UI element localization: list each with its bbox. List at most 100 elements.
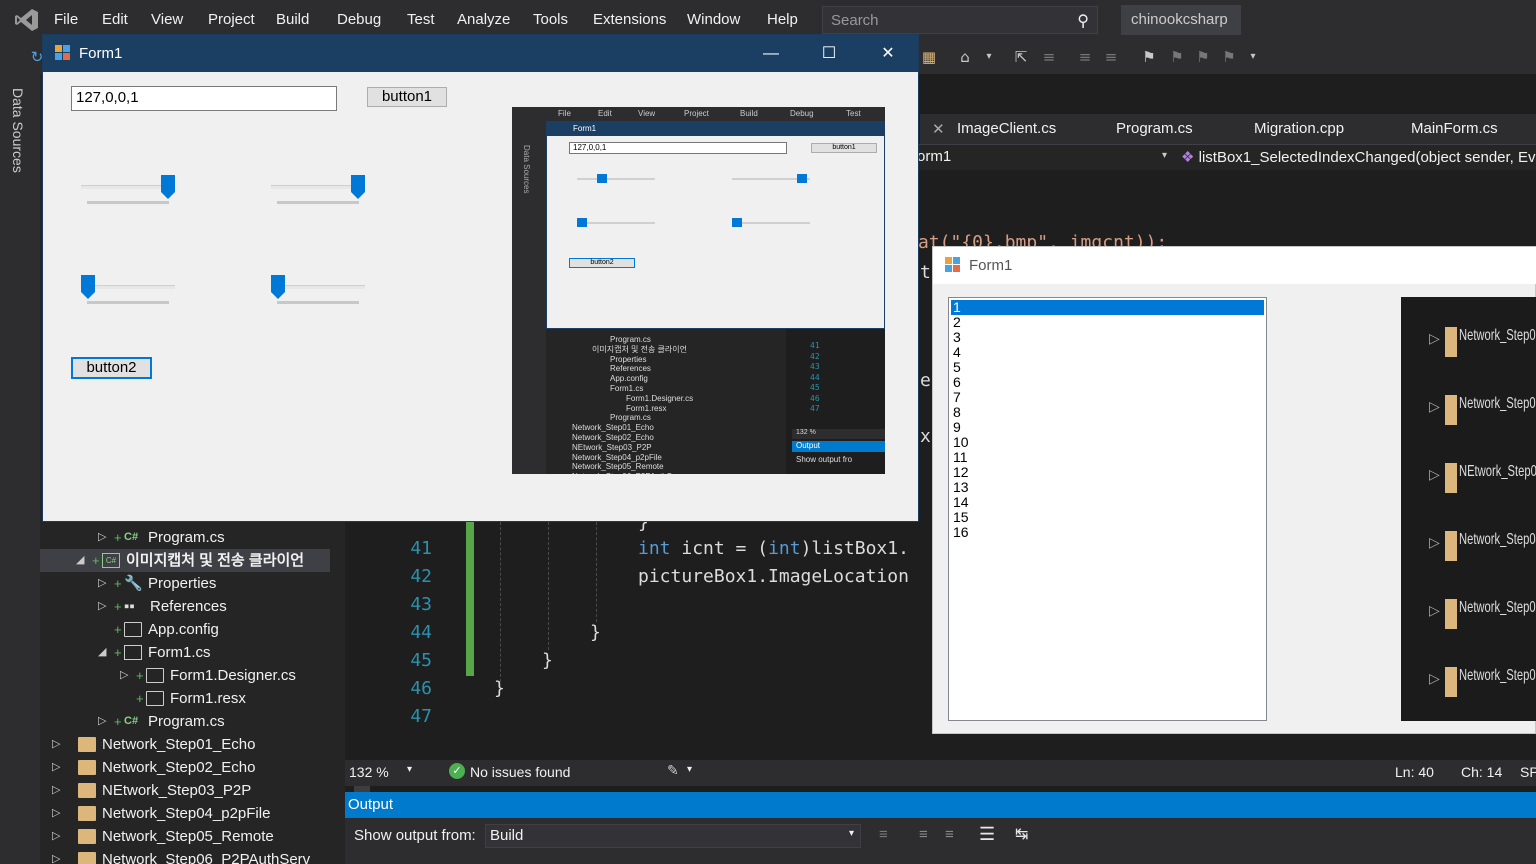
tree-item[interactable]: ◢ + Form1.cs	[40, 641, 330, 664]
tree-item[interactable]: + App.config	[40, 618, 330, 641]
tree-item[interactable]: ▷ Network_Step06_P2PAuthServ	[40, 848, 330, 864]
expand-toggle-icon[interactable]: ▷	[52, 825, 60, 848]
word-wrap-icon[interactable]: ↹	[1015, 824, 1028, 844]
next-bookmark-icon[interactable]: ⚑	[1194, 48, 1212, 66]
goto-prev-icon[interactable]: ≡	[879, 826, 888, 843]
prev-bookmark-icon[interactable]: ⚑	[1168, 48, 1186, 66]
list-item[interactable]: 12	[951, 465, 1264, 480]
menu-help[interactable]: Help	[767, 11, 798, 28]
search-input[interactable]: Search ⚲	[822, 6, 1098, 34]
output-source-select[interactable]: Build ▾	[485, 824, 861, 848]
menu-edit[interactable]: Edit	[102, 11, 128, 28]
uncomment-icon[interactable]: ≡	[1102, 48, 1120, 66]
list-item[interactable]: 7	[951, 390, 1264, 405]
image-listbox[interactable]: 1 2 3 4 5 6 7 8 9 10 11 12 13 14 15 16	[948, 297, 1267, 721]
tree-item[interactable]: ◢ + C# 이미지캡처 및 전송 클라이언	[40, 549, 330, 572]
brush-chevron-icon[interactable]: ▾	[687, 764, 692, 775]
trackbar[interactable]	[271, 275, 371, 311]
tree-item[interactable]: ▷ Network_Step01_Echo	[40, 733, 330, 756]
menu-view[interactable]: View	[151, 11, 183, 28]
list-item[interactable]: 3	[951, 330, 1264, 345]
class-dropdown[interactable]: orm1 ▾	[917, 148, 1173, 170]
dropdown-icon[interactable]: ▾	[980, 48, 998, 66]
tree-item[interactable]: ▷ + C# Program.cs	[40, 526, 330, 549]
step-icon[interactable]: ⇱	[1012, 48, 1030, 66]
expand-toggle-icon[interactable]: ▷	[98, 572, 106, 595]
menu-file[interactable]: File	[54, 11, 78, 28]
menu-analyze[interactable]: Analyze	[457, 11, 510, 28]
tab-migration[interactable]: Migration.cpp	[1254, 120, 1344, 137]
tree-item[interactable]: ▷ + C# Program.cs	[40, 710, 330, 733]
tree-item[interactable]: ▷ + Form1.Designer.cs	[40, 664, 330, 687]
clear-bookmark-icon[interactable]: ⚑	[1220, 48, 1238, 66]
tree-item[interactable]: ▷ Network_Step05_Remote	[40, 825, 330, 848]
expand-toggle-icon[interactable]: ▷	[52, 756, 60, 779]
expand-toggle-icon[interactable]: ▷	[52, 848, 60, 864]
expand-toggle-icon[interactable]: ▷	[98, 595, 106, 618]
close-button[interactable]: ✕	[859, 35, 917, 72]
open-folder-icon[interactable]: ▦	[920, 48, 938, 66]
list-item[interactable]: 1	[951, 300, 1264, 315]
maximize-button[interactable]: ☐	[800, 35, 858, 72]
list-item[interactable]: 8	[951, 405, 1264, 420]
expand-toggle-icon[interactable]: ▷	[120, 664, 128, 687]
menu-extensions[interactable]: Extensions	[593, 11, 666, 28]
tree-item[interactable]: ▷ Network_Step02_Echo	[40, 756, 330, 779]
profile-button[interactable]: chinookcsharp	[1121, 5, 1241, 35]
tree-item[interactable]: ▷ + 🔧 Properties	[40, 572, 330, 595]
list-item[interactable]: 11	[951, 450, 1264, 465]
trackbar-thumb[interactable]	[81, 275, 95, 299]
menu-test[interactable]: Test	[407, 11, 435, 28]
home-icon[interactable]: ⌂	[956, 48, 974, 66]
form2-titlebar[interactable]: Form1	[933, 247, 1536, 284]
tree-item[interactable]: ▷ + ▪▪ References	[40, 595, 330, 618]
expand-toggle-icon[interactable]: ▷	[52, 733, 60, 756]
tab-close-icon[interactable]: ✕	[932, 120, 945, 138]
tree-item[interactable]: ▷ NEtwork_Step03_P2P	[40, 779, 330, 802]
list-item[interactable]: 15	[951, 510, 1264, 525]
clear-all-icon[interactable]: ☰	[979, 824, 995, 845]
menu-tools[interactable]: Tools	[533, 11, 568, 28]
indent-icon[interactable]: ≡	[1040, 48, 1058, 66]
form1-titlebar[interactable]: Form1 — ☐ ✕	[43, 35, 918, 72]
minimize-button[interactable]: —	[742, 35, 800, 72]
list-item[interactable]: 16	[951, 525, 1264, 540]
data-sources-tab[interactable]: Data Sources	[10, 88, 26, 173]
trackbar[interactable]	[81, 175, 181, 211]
menu-window[interactable]: Window	[687, 11, 740, 28]
overflow-icon[interactable]: ▾	[1244, 48, 1262, 66]
expand-toggle-icon[interactable]: ▷	[52, 802, 60, 825]
tree-item[interactable]: ▷ Network_Step04_p2pFile	[40, 802, 330, 825]
trackbar[interactable]	[81, 275, 181, 311]
brush-icon[interactable]: ✎	[667, 762, 679, 779]
expand-toggle-icon[interactable]: ▷	[98, 526, 106, 549]
expand-toggle-icon[interactable]: ◢	[76, 549, 84, 572]
goto-next-icon[interactable]: ≡	[919, 826, 928, 843]
search-icon[interactable]: ⚲	[1077, 11, 1089, 31]
tab-imageclient[interactable]: ImageClient.cs	[957, 120, 1056, 137]
list-item[interactable]: 4	[951, 345, 1264, 360]
list-item[interactable]: 6	[951, 375, 1264, 390]
list-item[interactable]: 10	[951, 435, 1264, 450]
trackbar-thumb[interactable]	[351, 175, 365, 199]
member-dropdown[interactable]: ❖ listBox1_SelectedIndexChanged(object s…	[1181, 148, 1536, 166]
ip-address-input[interactable]: 127,0,0,1	[71, 86, 337, 111]
expand-toggle-icon[interactable]: ▷	[98, 710, 106, 733]
list-item[interactable]: 5	[951, 360, 1264, 375]
list-item[interactable]: 9	[951, 420, 1264, 435]
trackbar-thumb[interactable]	[161, 175, 175, 199]
button1[interactable]: button1	[367, 87, 447, 107]
menu-debug[interactable]: Debug	[337, 11, 381, 28]
bookmark-icon[interactable]: ⚑	[1140, 48, 1158, 66]
expand-toggle-icon[interactable]: ▷	[52, 779, 60, 802]
find-icon[interactable]: ≡	[945, 826, 954, 843]
comment-icon[interactable]: ≡	[1076, 48, 1094, 66]
issues-status[interactable]: No issues found	[470, 764, 570, 780]
zoom-level[interactable]: 132 %	[349, 764, 389, 780]
menu-project[interactable]: Project	[208, 11, 255, 28]
tab-program[interactable]: Program.cs	[1116, 120, 1193, 137]
zoom-chevron-down-icon[interactable]: ▾	[407, 764, 412, 775]
trackbar[interactable]	[271, 175, 371, 211]
menu-build[interactable]: Build	[276, 11, 309, 28]
expand-toggle-icon[interactable]: ◢	[98, 641, 106, 664]
